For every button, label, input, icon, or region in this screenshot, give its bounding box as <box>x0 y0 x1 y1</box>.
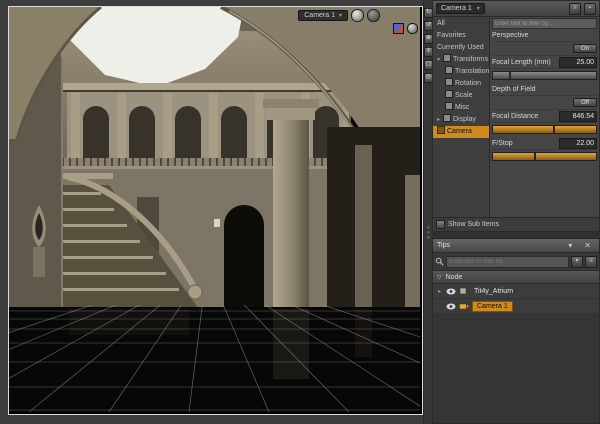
viewport[interactable]: Camera 1 ▾ <box>8 6 423 415</box>
group-icon <box>443 114 451 122</box>
prop-node-icon <box>459 287 467 295</box>
tree-expand-icon[interactable]: ▸ <box>436 288 443 295</box>
group-icon <box>445 78 453 86</box>
draw-style-sphere-icon[interactable] <box>351 9 364 22</box>
camera-node-icon <box>459 303 469 310</box>
show-sub-items-label: Show Sub Items <box>448 221 499 228</box>
depth-of-field-toggle-button[interactable]: Off <box>573 98 597 107</box>
scene-panel: Tips ▾ ✕ ▾ ≡ ▽ Node ▸ <box>432 238 600 424</box>
scene-node-row-atrium[interactable]: ▸ Tit4y_Atrium <box>433 284 599 299</box>
param-tree-display[interactable]: ▸ Display <box>433 114 489 126</box>
param-tree-misc[interactable]: Misc <box>433 102 489 114</box>
scene-node-row-camera[interactable]: Camera 1 <box>433 299 599 314</box>
param-tree-translation[interactable]: Translation <box>433 66 489 78</box>
scene-search-bar: ▾ ≡ <box>433 253 599 271</box>
scene-filter-input[interactable] <box>446 255 569 268</box>
perspective-label: Perspective <box>492 31 529 39</box>
parameters-panel: Camera 1 ▾ ≡ ▪ All Favorites Currently U… <box>432 0 600 232</box>
chevron-down-icon[interactable]: ▾ <box>564 240 576 252</box>
node-column-label: Node <box>445 273 463 281</box>
param-group-currently-used[interactable]: Currently Used <box>433 42 489 54</box>
param-group-all[interactable]: All <box>433 18 489 30</box>
splitter-grip-icon <box>427 226 430 239</box>
right-dock: Camera 1 ▾ ≡ ▪ All Favorites Currently U… <box>432 0 600 424</box>
camera-group-icon <box>437 126 445 134</box>
chevron-down-icon: ▾ <box>338 13 342 19</box>
parameters-node-label: Camera 1 <box>441 5 472 12</box>
panel-pin-icon[interactable]: ▪ <box>584 2 596 15</box>
group-icon <box>443 54 451 62</box>
perspective-toggle-button[interactable]: On <box>572 44 597 53</box>
focal-distance-label: Focal Distance <box>492 112 539 120</box>
viewport-camera-selector[interactable]: Camera 1 ▾ <box>298 10 348 21</box>
focal-length-slider[interactable] <box>492 71 597 80</box>
parameters-node-selector[interactable]: Camera 1 ▾ <box>436 3 485 14</box>
param-tree-transforms[interactable]: ▾ Transforms <box>433 54 489 66</box>
scene-node-label: Camera 1 <box>472 300 513 312</box>
chevron-down-icon: ▾ <box>476 6 480 12</box>
group-icon <box>445 66 453 74</box>
close-icon[interactable]: ✕ <box>580 240 595 252</box>
parameters-header: Camera 1 ▾ ≡ ▪ <box>433 1 599 17</box>
viewport-scene[interactable] <box>9 7 420 412</box>
focal-distance-slider[interactable] <box>492 125 597 134</box>
scene-empty-area <box>433 314 599 423</box>
fstop-value[interactable]: 22.00 <box>559 137 597 149</box>
sort-triangle-icon: ▽ <box>437 274 442 281</box>
show-sub-items-bar[interactable]: Show Sub Items <box>433 217 599 231</box>
scene-node-label: Tit4y_Atrium <box>474 287 514 295</box>
focal-distance-value[interactable]: 846.54 <box>559 110 597 122</box>
visibility-eye-icon[interactable] <box>446 288 456 295</box>
tips-label: Tips <box>437 242 450 249</box>
filter-options-icon[interactable]: ▾ <box>571 255 583 268</box>
focal-length-value[interactable]: 25.00 <box>559 56 597 68</box>
group-icon <box>445 102 453 110</box>
param-tree-scale[interactable]: Scale <box>433 90 489 102</box>
viewport-camera-label: Camera 1 <box>304 12 335 19</box>
param-tree-camera[interactable]: Camera <box>433 126 489 138</box>
fstop-slider[interactable] <box>492 152 597 161</box>
param-tree-rotation[interactable]: Rotation <box>433 78 489 90</box>
tips-bar: Tips ▾ ✕ <box>433 239 599 253</box>
fstop-label: F/Stop <box>492 139 513 147</box>
view-cube-icon[interactable] <box>393 23 404 34</box>
scene-column-header[interactable]: ▽ Node <box>433 271 599 284</box>
camera-view-ball-icon[interactable] <box>407 23 418 34</box>
param-group-favorites[interactable]: Favorites <box>433 30 489 42</box>
visibility-eye-icon[interactable] <box>446 303 456 310</box>
app-window: Camera 1 ▾ ↻ ↺ ⊕ ⇕ ▢ ◎ Camera 1 ▾ ≡ ▪ Al… <box>0 0 600 424</box>
sub-items-icon <box>436 220 445 229</box>
parameters-filter-input[interactable] <box>492 18 597 29</box>
panel-menu-icon[interactable]: ≡ <box>569 2 581 15</box>
render-options-icon[interactable] <box>367 9 380 22</box>
search-icon <box>435 257 444 266</box>
focal-length-label: Focal Length (mm) <box>492 58 551 66</box>
group-icon <box>445 90 453 98</box>
parameters-properties: Perspective On Focal Length (mm) 25.00 D… <box>490 17 599 217</box>
depth-of-field-label: Depth of Field <box>492 85 536 93</box>
scene-menu-icon[interactable]: ≡ <box>585 255 597 268</box>
parameters-group-list: All Favorites Currently Used ▾ Transforms… <box>433 17 490 217</box>
